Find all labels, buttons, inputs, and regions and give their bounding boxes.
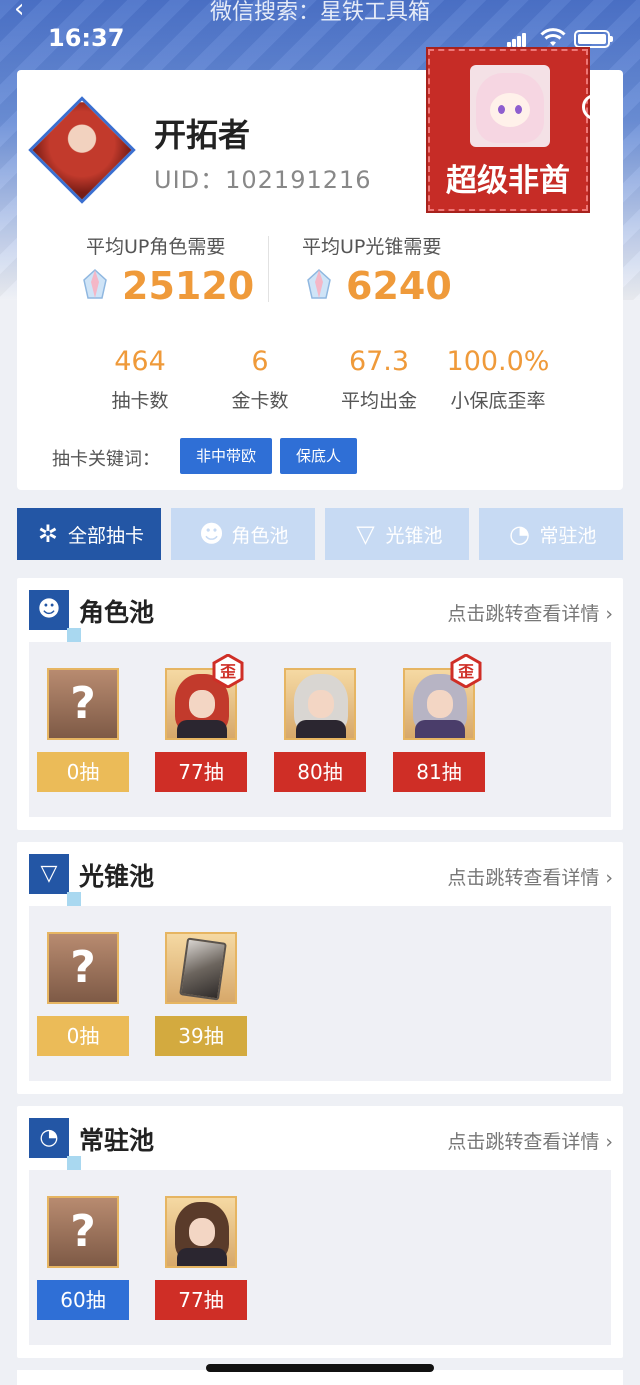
pull-count: 60抽 bbox=[37, 1280, 129, 1320]
tab-light-cone[interactable]: ▽ 光锥池 bbox=[325, 508, 469, 560]
pull-count: 39抽 bbox=[155, 1016, 247, 1056]
tab-label: 全部抽卡 bbox=[67, 524, 144, 547]
stat-pulls-value: 464 bbox=[114, 346, 166, 377]
player-name: 开拓者 bbox=[154, 116, 251, 154]
pull-count: 0抽 bbox=[37, 752, 129, 792]
stellar-jade-icon bbox=[83, 268, 107, 299]
badge-character-image bbox=[470, 65, 550, 147]
pull-count: 77抽 bbox=[155, 752, 247, 792]
uid-value: 102191216 bbox=[225, 166, 372, 194]
title-badge: 超级非酋 bbox=[426, 47, 590, 213]
pool-title: 常驻池 bbox=[79, 1126, 155, 1155]
cone-need-value: 6240 bbox=[346, 264, 452, 308]
pool-items: ? 60抽 77抽 bbox=[29, 1170, 611, 1345]
stat-lose-rate-value: 100.0% bbox=[446, 346, 550, 377]
pull-count: 81抽 bbox=[393, 752, 485, 792]
wifi-icon bbox=[540, 28, 566, 46]
character-need-label: 平均UP角色需要 bbox=[86, 236, 226, 258]
record-icon bbox=[582, 94, 608, 120]
next-pool-card bbox=[17, 1370, 623, 1385]
player-uid: UID：102191216 bbox=[154, 160, 372, 195]
character-pool-card[interactable]: ☻ 角色池 点击跳转查看详情 › ? 0抽 歪 77抽 80抽 歪 81抽 bbox=[17, 578, 623, 830]
lost-5050-text: 歪 bbox=[220, 662, 236, 681]
home-indicator[interactable] bbox=[206, 1364, 434, 1372]
pull-count: 77抽 bbox=[155, 1280, 247, 1320]
cone-need-label: 平均UP光锥需要 bbox=[302, 236, 442, 258]
stat-lose-rate-label: 小保底歪率 bbox=[450, 390, 546, 412]
character-thumb bbox=[284, 668, 356, 740]
stat-avg-label: 平均出金 bbox=[340, 390, 417, 412]
divider bbox=[268, 236, 269, 302]
light-cone-pool-card[interactable]: ▽ 光锥池 点击跳转查看详情 › ? 0抽 39抽 bbox=[17, 842, 623, 1094]
tab-standard[interactable]: ◔ 常驻池 bbox=[479, 508, 623, 560]
stellar-jade-icon bbox=[307, 268, 331, 299]
keyword-tag: 保底人 bbox=[280, 438, 357, 474]
tab-label: 光锥池 bbox=[385, 524, 443, 547]
pull-count: 80抽 bbox=[274, 752, 366, 792]
light-cone-icon: ▽ bbox=[356, 520, 375, 548]
signal-icon bbox=[507, 33, 527, 47]
star-burst-icon: ✲ bbox=[37, 520, 59, 548]
stat-avg-value: 67.3 bbox=[348, 346, 410, 377]
character-head-icon: ☻ bbox=[198, 520, 224, 548]
stat-pulls-label: 抽卡数 bbox=[111, 390, 169, 412]
lost-5050-badge: 歪 bbox=[212, 654, 244, 688]
tab-label: 常驻池 bbox=[539, 524, 597, 547]
character-need-value: 25120 bbox=[122, 264, 255, 308]
tab-all[interactable]: ✲ 全部抽卡 bbox=[17, 508, 161, 560]
pool-title: 光锥池 bbox=[79, 862, 155, 891]
view-details-link[interactable]: 点击跳转查看详情 › bbox=[447, 863, 613, 890]
pool-items: ? 0抽 39抽 bbox=[29, 906, 611, 1081]
lost-5050-text: 歪 bbox=[458, 662, 474, 681]
lost-5050-badge: 歪 bbox=[450, 654, 482, 688]
tab-character[interactable]: ☻ 角色池 bbox=[171, 508, 315, 560]
refresh-circle-icon: ◔ bbox=[29, 1118, 81, 1170]
pool-items: ? 0抽 歪 77抽 80抽 歪 81抽 bbox=[29, 642, 611, 817]
unknown-item-thumb: ? bbox=[47, 668, 119, 740]
refresh-circle-icon: ◔ bbox=[509, 520, 530, 548]
character-head-icon: ☻ bbox=[29, 590, 81, 642]
badge-text: 超级非酋 bbox=[446, 163, 570, 199]
stat-gold-value: 6 bbox=[251, 346, 269, 377]
view-details-link[interactable]: 点击跳转查看详情 › bbox=[447, 1127, 613, 1154]
light-cone-icon: ▽ bbox=[29, 854, 81, 906]
uid-label: UID： bbox=[154, 166, 226, 194]
wechat-search-hint: 微信搜索：星铁工具箱 bbox=[209, 0, 430, 25]
status-time: 16:37 bbox=[48, 24, 125, 52]
keyword-tag: 非中带欧 bbox=[180, 438, 272, 474]
keywords-label: 抽卡关键词： bbox=[52, 449, 160, 470]
unknown-item-thumb: ? bbox=[47, 1196, 119, 1268]
view-details-link[interactable]: 点击跳转查看详情 › bbox=[447, 599, 613, 626]
unknown-item-thumb: ? bbox=[47, 932, 119, 1004]
battery-icon bbox=[574, 30, 613, 48]
light-cone-thumb bbox=[165, 932, 237, 1004]
tab-label: 角色池 bbox=[231, 524, 289, 547]
character-thumb bbox=[165, 1196, 237, 1268]
stat-gold-label: 金卡数 bbox=[231, 390, 289, 412]
pool-title: 角色池 bbox=[79, 598, 155, 627]
pull-count: 0抽 bbox=[37, 1016, 129, 1056]
standard-pool-card[interactable]: ◔ 常驻池 点击跳转查看详情 › ? 60抽 77抽 bbox=[17, 1106, 623, 1358]
menu-capsule-button[interactable] bbox=[574, 86, 624, 130]
